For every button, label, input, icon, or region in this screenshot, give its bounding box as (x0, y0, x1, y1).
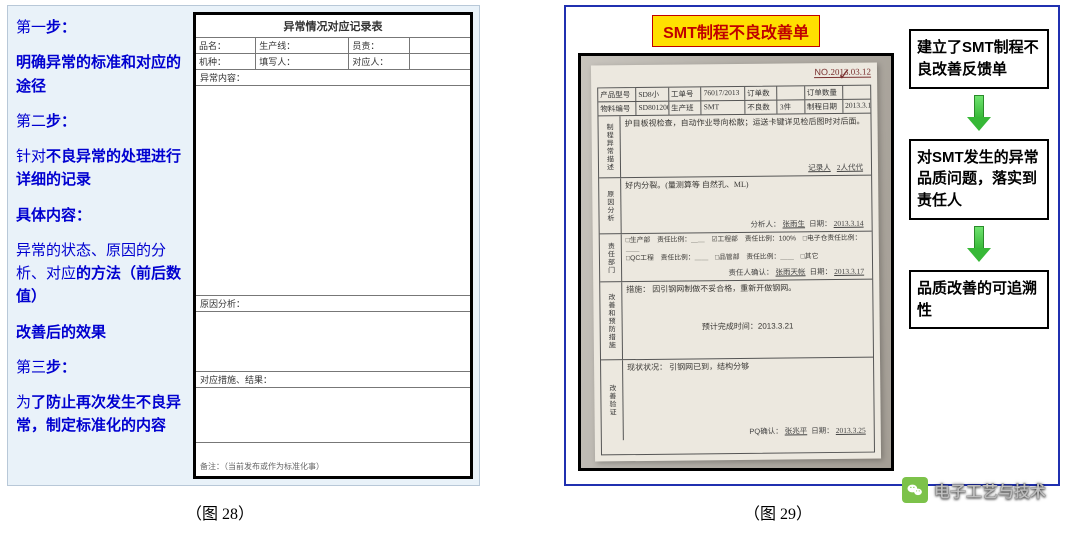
cell: 物料编号 (598, 102, 636, 115)
sec4-l1-label: 措施： (626, 285, 650, 294)
sec1-label: 制程异常描述 (598, 116, 621, 177)
cell: 生产班组 (669, 101, 702, 114)
cell: 3件 (778, 100, 805, 113)
form-r1c4 (410, 38, 470, 53)
cell: SD8小 (636, 88, 669, 101)
cell: 订单数量 (805, 86, 843, 99)
cell: 不良数 (745, 101, 778, 114)
sec2-body: 好内分裂。(量测算等 自然孔、ML) 分析人：张雨生 日期：2013.3.14 (621, 176, 872, 234)
flow-box-1: 建立了SMT制程不良改善反馈单 (909, 29, 1049, 89)
sec5-l: 引钢网已到，结构分够 (669, 362, 749, 372)
paper-sec5: 改善验证 现状状况： 引钢网已到，结构分够 PQ确认：张兆平 日期：2013.3… (601, 358, 874, 441)
form-box: 异常情况对应记录表 品名： 生产线： 员责： 机种： 填写人： 对应人： 异常内… (193, 12, 473, 479)
step1-body: 明确异常的标准和对应的途径 (16, 51, 185, 98)
sec1-text: 护目板视检查，自动作业导向松散；运送卡键详见检后图时对后面。 (624, 117, 864, 129)
step3-pre: 第三 (16, 359, 46, 376)
form-r1c2: 生产线： (256, 38, 349, 53)
cell: 2013.3.12 (843, 100, 870, 113)
cell: SMT (702, 101, 746, 114)
flow-box-2: 对SMT发生的异常品质问题，落实到责任人 (909, 139, 1049, 220)
sec3-sig: 责任人确认：张雨天帐 日期：2013.3.17 (728, 267, 866, 278)
caption-right: （图 29） (744, 500, 812, 524)
sec2-label: 原因分析 (599, 178, 622, 233)
form-r2c2: 填写人： (256, 54, 349, 69)
improve-body: 改善后的效果 (16, 321, 185, 344)
photo-column: SMT制程不良改善单 ✓ NO.2013.03.12 产品型号 SD8小 工单号… (566, 7, 904, 484)
cell: 76017/2013 (701, 87, 745, 100)
step3-body-b: 了防止再次发生不良异常，制定标准化的内容 (16, 394, 181, 434)
right-title: SMT制程不良改善单 (652, 15, 820, 47)
paper-sec2: 原因分析 好内分裂。(量测算等 自然孔、ML) 分析人：张雨生 日期：2013.… (599, 176, 872, 235)
sec1-body: 护目板视检查，自动作业导向松散；运送卡键详见检后图时对后面。 记录人 2人代代 (620, 114, 871, 178)
step2-title-bold: 步： (46, 113, 76, 130)
sec5-body: 现状状况： 引钢网已到，结构分够 PQ确认：张兆平 日期：2013.3.25 (623, 358, 874, 441)
watermark-text: 电子工艺与技术 (934, 478, 1046, 502)
form-row-2: 机种： 填写人： 对应人： (196, 54, 470, 70)
cell: 产品型号 (598, 88, 636, 101)
form-sec2-label: 原因分析： (196, 296, 470, 312)
watermark-badge: 电子工艺与技术 (902, 477, 1046, 503)
form-sec1-label: 异常内容： (196, 70, 470, 86)
sec4-l2: 预计完成时间：2013.3.21 (627, 321, 869, 334)
arrow-down-icon (967, 226, 991, 264)
step3-title-bold: 步： (46, 359, 76, 376)
sec2-sig: 分析人：张雨生 日期：2013.3.14 (750, 219, 865, 230)
left-panel: 第一步： 明确异常的标准和对应的途径 第二步： 针对不良异常的处理进行详细的记录… (7, 5, 480, 486)
sec5-sig: PQ确认：张兆平 日期：2013.3.25 (749, 426, 868, 437)
step2-body-a: 针对 (16, 148, 46, 165)
sec3-label: 责任部门 (600, 234, 622, 281)
flow-box-3: 品质改善的可追溯性 (909, 270, 1049, 330)
cell: SD8012001 (636, 102, 669, 115)
form-r2c1: 机种： (196, 54, 256, 69)
form-r1c3: 员责： (349, 38, 409, 53)
sec5-l-label: 现状状况： (627, 363, 667, 372)
form-r1c1: 品名： (196, 38, 256, 53)
form-row-1: 品名： 生产线： 员责： (196, 38, 470, 54)
wechat-icon (902, 477, 928, 503)
step3-body-a: 为 (16, 394, 31, 411)
sec1-sig: 记录人 2人代代 (806, 163, 865, 173)
form-sec3-label: 对应措施、结果： (196, 372, 470, 388)
sec4-label: 改善和预防措施 (600, 282, 623, 359)
photo-frame: ✓ NO.2013.03.12 产品型号 SD8小 工单号 76017/2013… (578, 53, 894, 471)
form-r2c3: 对应人： (349, 54, 409, 69)
sec5-label: 改善验证 (601, 360, 624, 440)
caption-left: （图 28） (186, 500, 254, 524)
cell: 制程日期 (805, 100, 843, 113)
step1-pre: 第一 (16, 19, 46, 36)
step2-pre: 第二 (16, 113, 46, 130)
cell: 订单数 (745, 87, 778, 100)
cell (843, 86, 870, 99)
content-title: 具体内容： (16, 204, 185, 227)
paper-sec4: 改善和预防措施 措施： 因引钢网制做不妥合格，重新开做钢网。 预计完成时间：20… (600, 280, 873, 361)
sec3-body: □生产部 责任比例：＿＿ ☑工程部 责任比例：100% □电子仓责任比例：＿＿ … (622, 232, 872, 282)
paper-sec1: 制程异常描述 护目板视检查，自动作业导向松散；运送卡键详见检后图时对后面。 记录… (598, 114, 871, 179)
sec4-l1: 因引钢网制做不妥合格，重新开做钢网。 (652, 283, 796, 294)
form-r2c4 (410, 54, 470, 69)
flow-column: 建立了SMT制程不良改善反馈单 对SMT发生的异常品质问题，落实到责任人 品质改… (904, 7, 1056, 484)
paper-no: NO.2013.03.12 (814, 67, 871, 79)
paper-table: 产品型号 SD8小 工单号 76017/2013 订单数 订单数量 物料编号 S… (597, 85, 875, 456)
form-title: 异常情况对应记录表 (196, 15, 470, 38)
paper: ✓ NO.2013.03.12 产品型号 SD8小 工单号 76017/2013… (591, 63, 881, 462)
form-column: 异常情况对应记录表 品名： 生产线： 员责： 机种： 填写人： 对应人： 异常内… (193, 6, 479, 485)
cell (778, 86, 805, 99)
cell: 工单号 (669, 87, 702, 100)
form-sec2-body (196, 312, 470, 372)
paper-sec3: 责任部门 □生产部 责任比例：＿＿ ☑工程部 责任比例：100% □电子仓责任比… (600, 232, 872, 283)
right-panel: SMT制程不良改善单 ✓ NO.2013.03.12 产品型号 SD8小 工单号… (564, 5, 1060, 486)
sec3-text: □生产部 责任比例：＿＿ ☑工程部 责任比例：100% □电子仓责任比例：＿＿ … (626, 235, 862, 262)
sec4-body: 措施： 因引钢网制做不妥合格，重新开做钢网。 预计完成时间：2013.3.21 (622, 280, 873, 360)
arrow-down-icon (967, 95, 991, 133)
steps-column: 第一步： 明确异常的标准和对应的途径 第二步： 针对不良异常的处理进行详细的记录… (8, 6, 193, 485)
step1-title-bold: 步： (46, 19, 76, 36)
form-sec3-body (196, 388, 470, 443)
form-sec1-body (196, 86, 470, 296)
sec2-text: 好内分裂。(量测算等 自然孔、ML) (625, 180, 748, 190)
form-footnote: 备注：（当前发布或作为标准化事） (200, 461, 324, 472)
